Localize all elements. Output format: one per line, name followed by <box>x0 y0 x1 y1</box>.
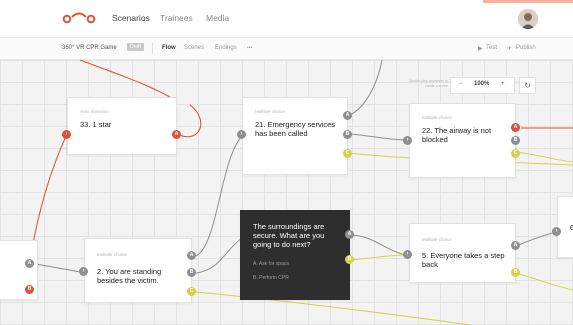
node-type-label: Multiple choice <box>97 252 127 257</box>
project-title[interactable]: 360° VR CPR Game <box>62 45 117 51</box>
input-port[interactable]: › <box>403 250 412 259</box>
output-port-a[interactable]: A <box>511 241 520 250</box>
more-menu-button[interactable]: ••• <box>247 45 252 51</box>
scene-node-22[interactable]: Multiple choice 22. The airway is not bl… <box>409 103 516 178</box>
avatar-icon <box>518 9 538 29</box>
input-port[interactable]: › <box>403 136 412 145</box>
output-port-b[interactable]: B <box>345 255 354 264</box>
output-port-a[interactable]: A <box>345 230 354 239</box>
input-port[interactable]: › <box>237 130 246 139</box>
nav-media[interactable]: Media <box>206 13 229 23</box>
refresh-button[interactable]: ↻ <box>519 77 536 94</box>
node-type-label: Multiple choice <box>255 109 285 114</box>
app-logo[interactable] <box>62 11 96 27</box>
test-button[interactable]: Test <box>486 45 497 51</box>
selected-scene-node[interactable]: The surroundings are secure. What are yo… <box>240 210 350 300</box>
publish-button[interactable]: Publish <box>516 45 536 51</box>
output-port-b[interactable]: B <box>25 285 34 294</box>
canvas-hint: Double-click anywhere to create a scene <box>408 79 448 88</box>
output-port-c[interactable]: C <box>343 149 352 158</box>
zoom-in-button[interactable]: + <box>501 81 505 87</box>
input-port[interactable]: › <box>79 267 88 276</box>
scene-node-21[interactable]: Multiple choice 21. Emergency services h… <box>242 97 348 175</box>
zoom-level: 100% <box>474 81 490 87</box>
scene-node-6-partial[interactable]: 6 <box>557 196 573 258</box>
node-type-label: Multiple choice <box>422 115 452 120</box>
node-type-label: Auto transition <box>80 109 109 114</box>
tab-flow[interactable]: Flow <box>162 45 176 51</box>
status-badge: Draft <box>127 43 144 51</box>
node-title: 2. You are standing besides the victim. <box>97 267 162 285</box>
output-port-c[interactable]: C <box>187 287 196 296</box>
play-icon: ▶ <box>478 46 483 52</box>
node-title: 5. Everyone takes a step back <box>422 251 505 269</box>
output-port-a[interactable]: A <box>511 123 520 132</box>
tab-scenes[interactable]: Scenes <box>184 45 204 51</box>
top-bar: Scenarios Trainees Media <box>0 0 573 38</box>
nav-trainees[interactable]: Trainees <box>160 13 193 23</box>
output-port-b[interactable]: B <box>511 268 520 277</box>
publish-icon: ✈ <box>507 46 513 52</box>
node-question: The surroundings are secure. What are yo… <box>253 222 325 249</box>
scene-node-33[interactable]: Auto transition 33. 1 star <box>67 97 177 155</box>
output-port-b[interactable]: B <box>187 268 196 277</box>
answer-option-b[interactable]: B. Perform CPR <box>253 275 289 281</box>
answer-option-a[interactable]: A. Ask for space <box>253 261 289 267</box>
node-title: 33. 1 star <box>80 120 112 129</box>
output-port-a[interactable]: A <box>172 130 181 139</box>
scene-node-2[interactable]: Multiple choice 2. You are standing besi… <box>84 238 192 303</box>
output-port-b[interactable]: B <box>343 130 352 139</box>
node-type-label: Multiple choice <box>422 237 452 242</box>
tab-endings[interactable]: Endings <box>215 45 237 51</box>
sub-bar: 360° VR CPR Game Draft Flow Scenes Endin… <box>0 38 573 60</box>
output-port-c[interactable]: C <box>511 149 520 158</box>
output-port-b[interactable]: B <box>511 136 520 145</box>
input-port[interactable]: › <box>552 227 561 236</box>
zoom-out-button[interactable]: − <box>459 81 463 87</box>
output-port-a[interactable]: A <box>343 111 352 120</box>
scene-node-5[interactable]: Multiple choice 5. Everyone takes a step… <box>409 223 516 283</box>
divider <box>152 43 153 54</box>
nav-scenarios[interactable]: Scenarios <box>112 13 150 23</box>
input-port[interactable]: › <box>62 130 71 139</box>
flow-canvas[interactable]: Double-click anywhere to create a scene … <box>0 60 573 325</box>
output-port-a[interactable]: A <box>25 259 34 268</box>
zoom-controls: − 100% + <box>450 77 515 94</box>
accent-strip <box>483 0 573 3</box>
user-avatar[interactable] <box>518 9 538 29</box>
output-port-a[interactable]: A <box>187 251 196 260</box>
node-title: 21. Emergency services has been called <box>255 120 336 138</box>
node-title: 22. The airway is not blocked <box>422 126 492 144</box>
